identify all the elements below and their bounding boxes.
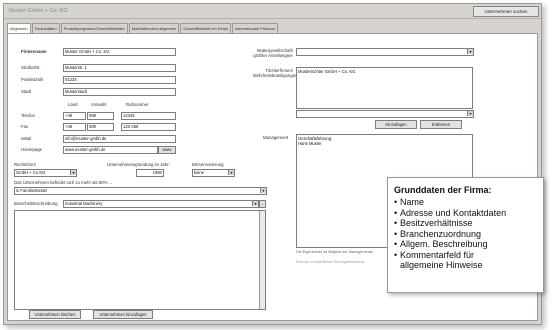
window-titlebar: Muster GmbH + Co. KG Unternehmen suchen — [4, 4, 541, 19]
callout-item: • Allgem. Beschreibung — [394, 239, 488, 249]
remove-subsidiary-button[interactable]: Entfernen — [420, 120, 462, 129]
callout-item: • Adresse und Kontaktdaten — [394, 207, 507, 218]
industry-value: Industrial Machinery — [65, 201, 103, 206]
legal-form-select[interactable]: GmbH + Co KG ▾ — [14, 169, 77, 177]
subsidiaries-label: Töchterfirmen/ Mehrheitsbeteiligungen — [253, 68, 298, 78]
tab-bar: Allgemein Finanzdaten Produktprogramm/Gesc… — [7, 23, 279, 33]
ownership-select[interactable]: in Familienbesitz ▾ — [14, 187, 267, 195]
country-code-column-label: Land — [68, 102, 78, 107]
founding-year-field[interactable]: 1980 — [136, 169, 164, 177]
fax-number-field[interactable]: 123-456 — [121, 123, 176, 131]
phone-area-field[interactable]: 089 — [87, 112, 114, 120]
subsidiaries-list[interactable]: Mustertochter GmbH + Co. KG — [296, 67, 473, 109]
street-field[interactable]: Musterstr. 1 — [63, 64, 176, 72]
tab-geschaeftsfelder-detail[interactable]: Geschäftsfelder im Detail — [180, 23, 231, 33]
industry-label: Branche/Beschreibung — [14, 201, 58, 206]
chevron-down-icon: ▾ — [467, 49, 473, 54]
parent-company-select[interactable]: ▾ — [296, 48, 474, 56]
add-company-button[interactable]: Unternehmen hinzufügen — [93, 310, 153, 319]
subsidiary-select[interactable]: ▾ — [296, 110, 474, 118]
delete-company-button[interactable]: Unternehmen löschen — [29, 310, 81, 319]
ownership-label: Das Unternehmen befindet sich zu mehr al… — [14, 180, 113, 185]
comment-textarea[interactable] — [14, 210, 266, 310]
ownership-value: in Familienbesitz — [16, 188, 48, 193]
management-line-2: Hans Muster — [298, 141, 322, 146]
zip-label: Postleitzahl — [21, 77, 43, 82]
search-company-button[interactable]: Unternehmen suchen — [473, 6, 539, 17]
zip-field[interactable]: 01234 — [63, 76, 176, 84]
city-label: Stadt — [21, 89, 32, 94]
chevron-down-icon: ▾ — [467, 111, 473, 116]
chevron-down-icon: ▾ — [70, 170, 76, 175]
email-label: eMail — [21, 136, 32, 141]
homepage-label: Homepage — [21, 147, 43, 152]
chevron-down-icon: ▾ — [252, 201, 258, 206]
info-callout: Grunddaten der Firma: • Name • Adresse und… — [387, 177, 544, 293]
callout-title: Grunddaten der Firma: — [394, 185, 492, 195]
tab-marktuebersicht[interactable]: Marktübersicht allgemein — [128, 23, 180, 33]
phone-label: Telefon — [21, 113, 35, 118]
phone-country-field[interactable]: +49 — [63, 112, 86, 120]
management-label: Management — [263, 135, 289, 140]
legal-form-value: GmbH + Co KG — [16, 170, 46, 175]
stock-listing-value: keine — [194, 170, 205, 175]
comment-scrollbar[interactable] — [259, 211, 265, 309]
fax-country-field[interactable]: +49 — [63, 123, 86, 131]
callout-item: • Branchenzuordnung — [394, 228, 482, 239]
window-title: Muster GmbH + Co. KG — [9, 8, 68, 14]
chevron-down-icon: ▾ — [260, 188, 266, 193]
stock-listing-select[interactable]: keine ▾ — [192, 169, 235, 177]
company-name-label: Firmenname — [21, 49, 47, 54]
subsidiary-item[interactable]: Mustertochter GmbH + Co. KG — [298, 69, 355, 74]
callout-item: • Besitzverhältnisse — [394, 218, 473, 228]
email-field[interactable]: info@muster-gmbh.de — [63, 135, 176, 143]
industry-more-button[interactable]: … — [259, 200, 266, 208]
callout-item: • Kommentarfeld für — [394, 249, 475, 260]
company-name-field[interactable]: Muster GmbH + Co. KG — [63, 48, 176, 56]
street-label: Straße/Nr. — [21, 65, 41, 70]
tab-finanzdaten[interactable]: Finanzdaten — [31, 23, 60, 33]
callout-list: • Name • Adresse und Kontaktdaten • Besitzv… — [394, 197, 539, 271]
phone-number-field[interactable]: 12345 — [121, 112, 176, 120]
fax-label: Fax — [21, 124, 29, 129]
fax-area-field[interactable]: 089 — [87, 123, 114, 131]
add-subsidiary-button[interactable]: Hinzufügen — [375, 120, 417, 129]
tab-internationale-praesenz[interactable]: Internationale Präsenz — [231, 23, 278, 33]
parent-company-label: Muttergesellschaft/ größter Anteilseigne… — [253, 48, 293, 58]
founding-year-label: Unternehmensgründung im Jahr: — [107, 162, 170, 167]
area-code-column-label: Vorwahl — [91, 102, 107, 107]
city-field[interactable]: Musterstadt — [63, 88, 176, 96]
stock-listing-label: Börsennotierung — [192, 162, 224, 167]
industry-select[interactable]: Industrial Machinery ▾ — [63, 200, 259, 208]
open-homepage-button[interactable]: www — [158, 146, 176, 154]
callout-item: • Name — [394, 197, 425, 207]
callout-item: allgemeine Hinweise — [400, 260, 483, 270]
tab-produktprogramm[interactable]: Produktprogramm/Geschäftsfelder — [60, 23, 128, 33]
homepage-field[interactable]: www.muster-gmbh.de — [63, 146, 158, 154]
tab-allgemein[interactable]: Allgemein — [7, 23, 31, 33]
external-board-label: Externe Vorsitz/Beirat Sitzungsteilnahme — [296, 260, 365, 264]
chevron-down-icon: ▾ — [228, 170, 234, 175]
number-column-label: Rufnummer — [126, 102, 149, 107]
legal-form-label: Rechtsform — [14, 162, 36, 167]
owner-in-management-checkbox[interactable]: Die Eigentümer ist Mitglied der Manageme… — [296, 250, 391, 254]
